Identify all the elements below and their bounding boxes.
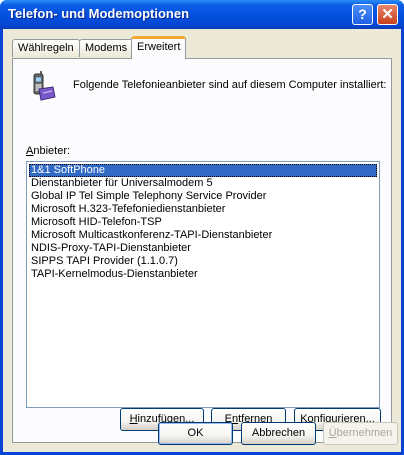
window-title: Telefon- und Modemoptionen (8, 6, 190, 21)
help-icon: ? (358, 6, 367, 22)
tab-label: Wählregeln (18, 42, 74, 54)
list-item[interactable]: Microsoft H.323-Tefefoniedienstanbieter (29, 203, 377, 216)
title-bar[interactable]: Telefon- und Modemoptionen ? ✕ (0, 0, 404, 29)
list-item[interactable]: 1&1 SoftPhone (29, 164, 377, 177)
close-icon: ✕ (381, 6, 394, 23)
dialog-window: Telefon- und Modemoptionen ? ✕ Wählregel… (0, 0, 404, 455)
providers-listbox[interactable]: 1&1 SoftPhone Dienstanbieter für Univers… (26, 161, 380, 408)
tab-erweitert[interactable]: Erweitert (131, 36, 187, 59)
cancel-button[interactable]: Abbrechen (241, 422, 316, 445)
list-item[interactable]: SIPPS TAPI Provider (1.1.0.7) (29, 255, 377, 268)
providers-label: Anbieter: (26, 145, 71, 157)
list-item[interactable]: TAPI-Kernelmodus-Dienstanbieter (29, 268, 377, 281)
phone-icon (33, 71, 56, 101)
intro-text: Folgende Telefonieanbieter sind auf dies… (73, 79, 387, 91)
tab-waehlregeln[interactable]: Wählregeln (12, 39, 80, 57)
dialog-client-area: Wählregeln Modems Erweitert Folgende Tel… (3, 29, 401, 452)
list-item[interactable]: Dienstanbieter für Universalmodem 5 (29, 177, 377, 190)
list-item[interactable]: Microsoft HID-Telefon-TSP (29, 216, 377, 229)
tab-label: Erweitert (137, 41, 181, 53)
tab-label: Modems (85, 42, 128, 54)
list-item[interactable]: Global IP Tel Simple Telephony Service P… (29, 190, 377, 203)
list-item[interactable]: Microsoft Multicastkonferenz-TAPI-Dienst… (29, 229, 377, 242)
tab-panel-erweitert: Folgende Telefonieanbieter sind auf dies… (12, 58, 392, 443)
apply-button[interactable]: Übernehmen (323, 422, 398, 445)
ok-button[interactable]: OK (158, 422, 233, 445)
close-button[interactable]: ✕ (377, 4, 398, 25)
list-item[interactable]: NDIS-Proxy-TAPI-Dienstanbieter (29, 242, 377, 255)
help-button[interactable]: ? (352, 4, 373, 25)
tab-modems[interactable]: Modems (79, 39, 134, 57)
